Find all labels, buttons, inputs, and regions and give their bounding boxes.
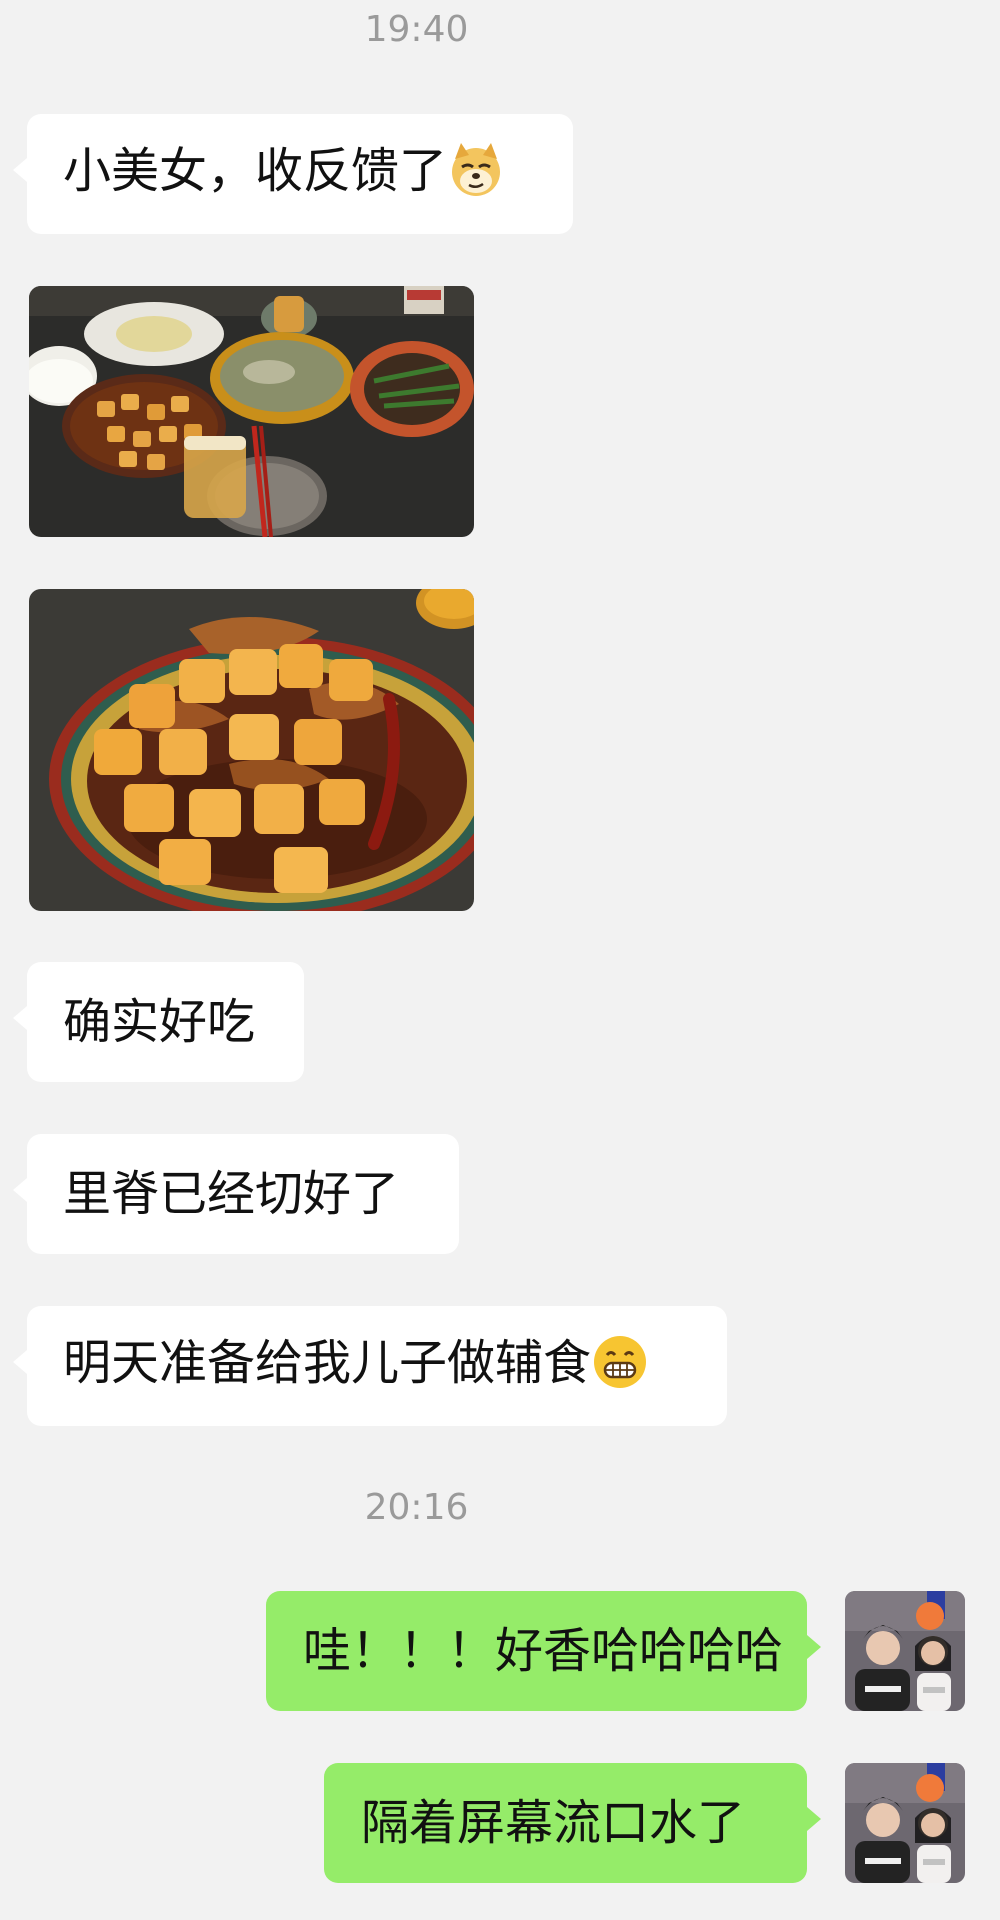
timestamp: 20:16 [364, 1487, 469, 1528]
user-avatar[interactable] [845, 1763, 965, 1883]
grinning-face-emoji [591, 1333, 649, 1399]
message-text: 确实好吃 [63, 994, 256, 1050]
outgoing-message[interactable]: 隔着屏幕流口水了 [324, 1763, 821, 1883]
doge-emoji [447, 141, 505, 207]
message-text-content: 明天准备给我儿子做辅食 [63, 1335, 592, 1391]
incoming-message[interactable]: 明天准备给我儿子做辅食 [13, 1306, 727, 1426]
message-text: 小美女，收反馈了 [63, 141, 505, 207]
timestamp: 19:40 [364, 9, 469, 50]
food-photo-potato-pork[interactable] [29, 589, 474, 911]
food-photo-dinner-table[interactable] [29, 286, 474, 537]
outgoing-message[interactable]: 哇！！！好香哈哈哈哈 [266, 1591, 821, 1711]
user-avatar[interactable] [845, 1591, 965, 1711]
message-text: 明天准备给我儿子做辅食 [63, 1333, 649, 1399]
message-text: 里脊已经切好了 [63, 1166, 400, 1222]
incoming-message[interactable]: 里脊已经切好了 [13, 1134, 459, 1254]
message-text-content: 小美女，收反馈了 [63, 143, 448, 199]
message-text: 哇！！！好香哈哈哈哈 [303, 1623, 784, 1679]
incoming-message[interactable]: 确实好吃 [13, 962, 304, 1082]
incoming-message[interactable]: 小美女，收反馈了 [13, 114, 573, 234]
message-text: 隔着屏幕流口水了 [361, 1795, 746, 1851]
